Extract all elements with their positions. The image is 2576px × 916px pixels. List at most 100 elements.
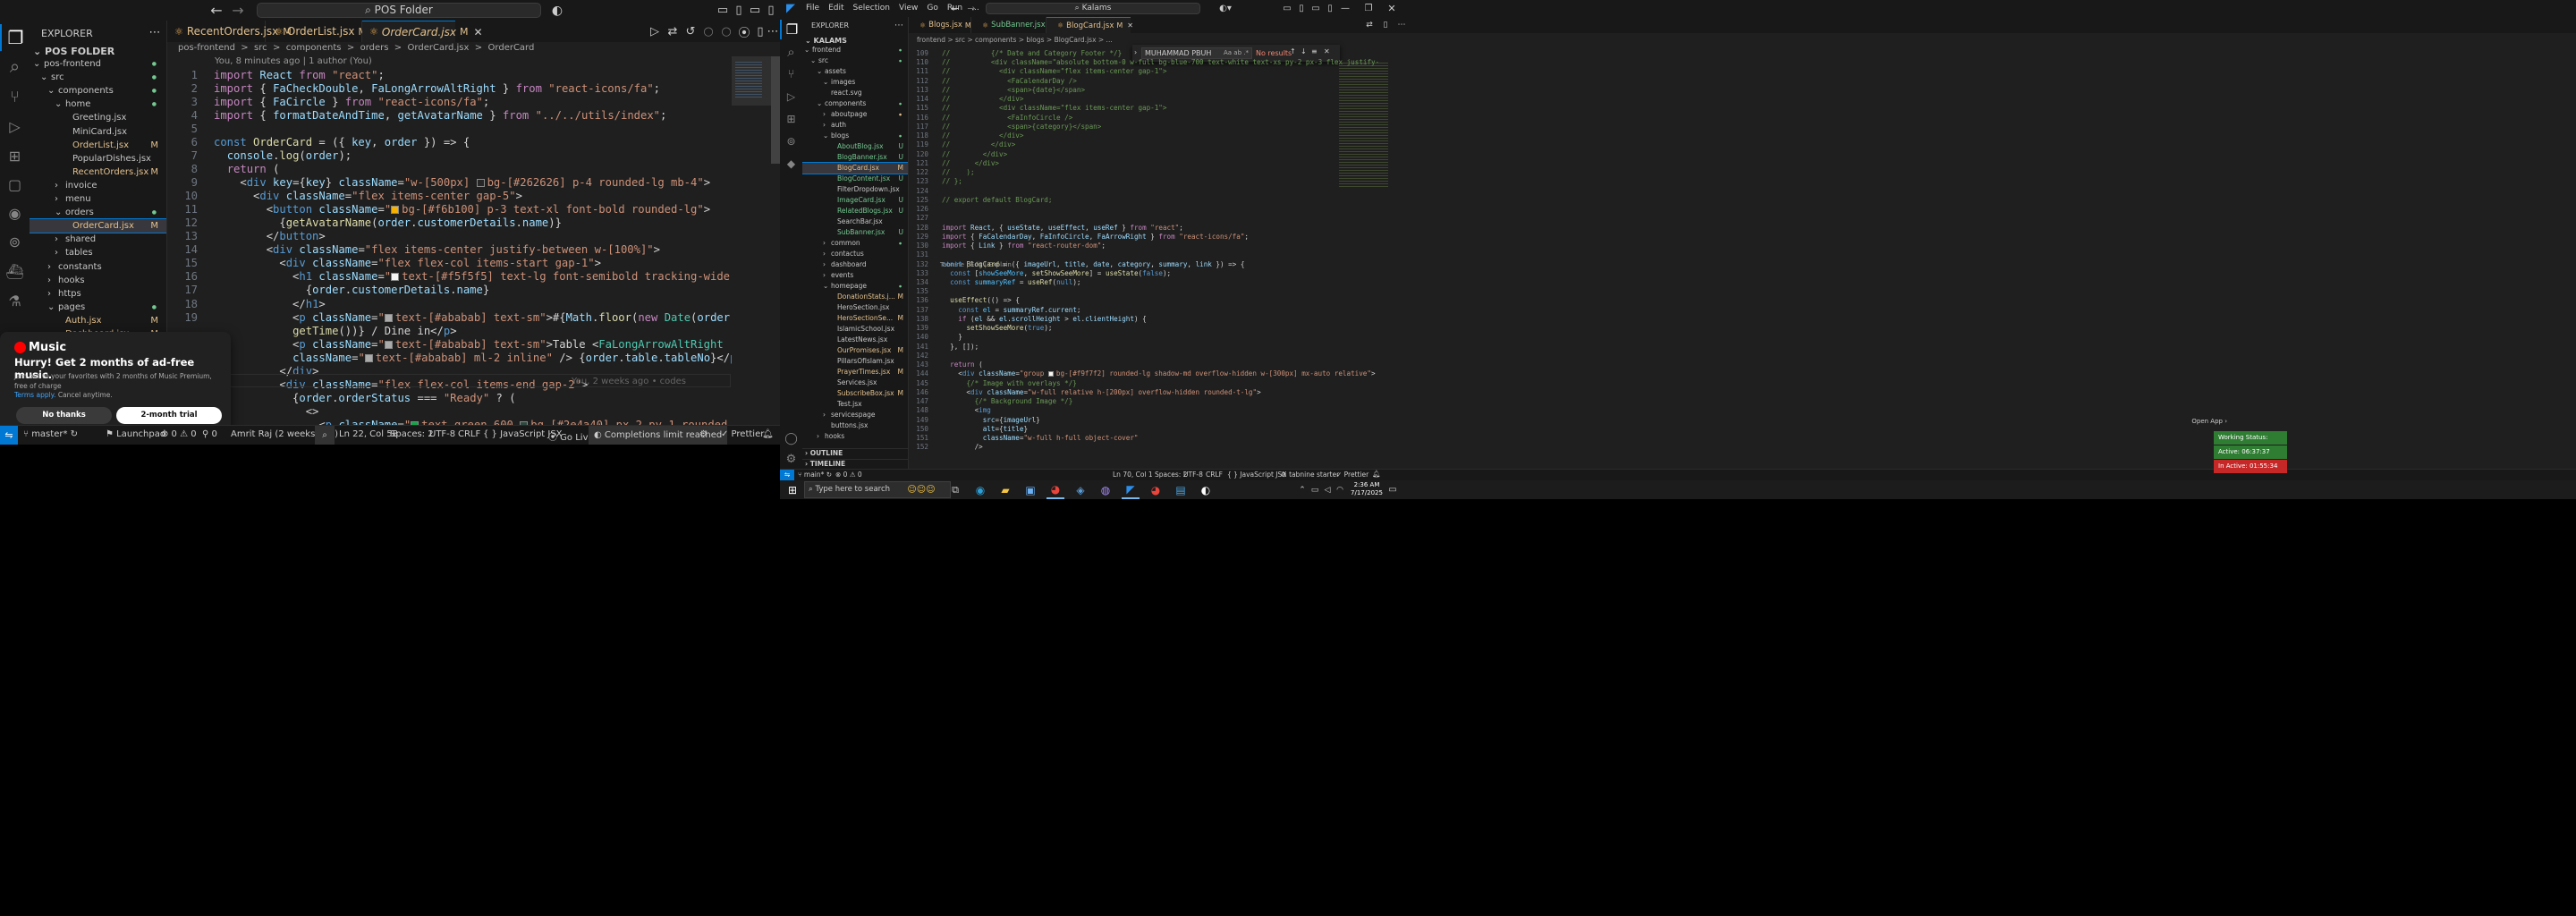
- branch-status[interactable]: ⑂ main* ↻: [798, 471, 832, 479]
- tree-folder-item[interactable]: › auth: [802, 120, 908, 131]
- color-swatch-icon[interactable]: [476, 179, 485, 188]
- volume-icon[interactable]: ◁: [1322, 480, 1333, 499]
- emoji-widget-icon[interactable]: ☺☺☺: [903, 480, 939, 499]
- tabnine-icon[interactable]: ◆: [780, 154, 802, 174]
- explorer-icon[interactable]: ❐: [0, 24, 30, 51]
- remote-indicator[interactable]: ⇋: [780, 470, 794, 480]
- open-app-button[interactable]: Open App ›: [2138, 418, 2227, 427]
- toggle-sidebar-icon[interactable]: ▯: [732, 0, 746, 21]
- tree-file-item[interactable]: HeroSection.jsx: [802, 302, 908, 313]
- source-control-icon[interactable]: ⑂: [780, 64, 802, 84]
- tree-folder-item[interactable]: › common ●: [802, 238, 908, 249]
- left-code-editor[interactable]: You, 8 minutes ago | 1 author (You) 1 imp…: [167, 56, 771, 425]
- extensions-icon[interactable]: ⊞: [780, 109, 802, 129]
- branch-status[interactable]: ⑂ master* ↻: [23, 429, 78, 439]
- run-debug-icon[interactable]: ▷: [0, 113, 30, 140]
- tree-folder-item[interactable]: › dashboard: [802, 259, 908, 270]
- zoom-icon[interactable]: ⌕: [315, 426, 335, 445]
- notifications-icon[interactable]: 🔔︎: [1372, 470, 1381, 478]
- tree-folder-item[interactable]: › https: [30, 287, 166, 301]
- prev-change-icon[interactable]: ○: [699, 22, 717, 40]
- tree-file-item[interactable]: RecentOrders.jsx M: [30, 165, 166, 179]
- media-app-icon[interactable]: ◐: [1197, 480, 1215, 499]
- menu-go[interactable]: Go: [922, 0, 942, 17]
- toggle-panel-icon[interactable]: ▭: [748, 0, 762, 21]
- copilot-icon[interactable]: ◐: [547, 0, 567, 21]
- toggle-secondary-sidebar-icon[interactable]: ▯: [764, 0, 778, 21]
- tree-folder-item[interactable]: ⌄ pos-frontend ●: [30, 57, 166, 71]
- tabnine-status[interactable]: ⚙ tabnine starter: [1281, 471, 1339, 479]
- toggle-panel-icon[interactable]: ▭: [1309, 0, 1322, 17]
- remote-explorer-icon[interactable]: ▢: [0, 171, 30, 198]
- split-editor-icon[interactable]: ▯: [1379, 17, 1392, 33]
- tree-file-item[interactable]: AboutBlog.jsx U: [802, 141, 908, 152]
- close-icon[interactable]: ✕: [473, 26, 482, 38]
- tree-file-item[interactable]: OurPromises.jsx M: [802, 345, 908, 356]
- color-swatch-icon[interactable]: [384, 313, 393, 322]
- menu-view[interactable]: View: [894, 0, 922, 17]
- explorer-icon[interactable]: ❐: [780, 20, 802, 39]
- problems-status[interactable]: ⊗ 0 ⚠ 0: [161, 429, 197, 439]
- minimap[interactable]: [1335, 47, 1402, 467]
- ports-status[interactable]: ⚲ 0: [202, 429, 217, 439]
- codelens-blame[interactable]: You, 8 minutes ago | 1 author (You): [215, 56, 372, 66]
- remote-explorer-icon[interactable]: ⊚: [780, 131, 802, 151]
- gitlens-icon[interactable]: ⊚: [0, 228, 30, 255]
- no-thanks-button[interactable]: No thanks: [16, 407, 112, 424]
- tree-folder-item[interactable]: › contactus: [802, 249, 908, 259]
- tree-folder-item[interactable]: › aboutpage ●: [802, 109, 908, 120]
- account-icon[interactable]: ◯: [780, 428, 802, 448]
- tree-folder-item[interactable]: ⌄ src ●: [802, 55, 908, 66]
- settings-gear-icon[interactable]: ⚙: [780, 450, 802, 468]
- close-window-icon[interactable]: ✕: [1381, 0, 1402, 17]
- tree-file-item[interactable]: LatestNews.jsx: [802, 335, 908, 345]
- app-icon[interactable]: ◈: [1072, 480, 1089, 499]
- copilot-icon[interactable]: ◐▾: [1216, 0, 1234, 17]
- color-swatch-icon[interactable]: [391, 206, 400, 215]
- close-icon[interactable]: ✕: [1127, 21, 1133, 30]
- copilot-status-icon[interactable]: ⚙: [699, 429, 708, 439]
- go-live-status[interactable]: ⦿ Go Live: [548, 429, 594, 443]
- tree-file-item[interactable]: OrderList.jsx M: [30, 139, 166, 152]
- remote-indicator[interactable]: ⇋: [0, 426, 18, 445]
- color-swatch-icon[interactable]: [391, 273, 400, 282]
- tree-folder-item[interactable]: ⌄ orders ●: [30, 206, 166, 219]
- eol-status[interactable]: CRLF: [1206, 471, 1223, 479]
- tree-file-item[interactable]: FilterDropdown.jsx: [802, 184, 908, 195]
- layout-icon[interactable]: ▭: [1281, 0, 1293, 17]
- layout-panel-icon[interactable]: ▭: [716, 0, 730, 21]
- wifi-icon[interactable]: ◠: [1335, 480, 1345, 499]
- terms-link[interactable]: Terms apply.: [14, 391, 55, 399]
- source-control-icon[interactable]: ⑂: [0, 83, 30, 110]
- launchpad-status[interactable]: ⚑ Launchpad: [106, 429, 165, 439]
- docker-icon[interactable]: ⛴: [0, 258, 30, 284]
- tree-file-item[interactable]: IslamicSchool.jsx: [802, 324, 908, 335]
- command-center-search[interactable]: ⌕ Kalams: [986, 3, 1200, 14]
- chrome-icon[interactable]: ◕: [1046, 480, 1064, 499]
- color-swatch-icon[interactable]: [364, 353, 373, 362]
- extensions-icon[interactable]: ⊞: [0, 142, 30, 169]
- github-desktop-icon[interactable]: ◍: [1097, 480, 1114, 499]
- clock[interactable]: 2:36 AM 7/17/2025: [1349, 481, 1385, 498]
- indent-status[interactable]: Spaces: 2: [390, 429, 434, 439]
- forward-arrow-icon[interactable]: →: [229, 0, 247, 21]
- file-explorer-icon[interactable]: ▰: [996, 480, 1014, 499]
- photos-icon[interactable]: ▤: [1172, 480, 1190, 499]
- tab-recent-orders[interactable]: ⚛ RecentOrders.jsx M: [167, 21, 292, 42]
- run-debug-icon[interactable]: ▷: [780, 87, 802, 106]
- compare-icon[interactable]: ⇄: [664, 22, 682, 40]
- tree-file-item[interactable]: MiniCard.jsx: [30, 125, 166, 139]
- toggle-sidebar-icon[interactable]: ▯: [1295, 0, 1308, 17]
- tree-file-item[interactable]: SubBanner.jsx U: [802, 227, 908, 238]
- tree-file-item[interactable]: SubscribeBox.jsx M: [802, 388, 908, 399]
- testing-icon[interactable]: ⚗: [0, 287, 30, 314]
- timeline-icon[interactable]: ↺: [682, 22, 699, 40]
- tree-folder-item[interactable]: › shared: [30, 233, 166, 246]
- indent-status[interactable]: Spaces: 2: [1155, 471, 1187, 479]
- notifications-icon[interactable]: 🔔︎: [762, 429, 774, 439]
- encoding-status[interactable]: UTF-8: [1183, 471, 1203, 479]
- tree-folder-item[interactable]: ⌄ blogs ●: [802, 131, 908, 141]
- tab-order-card[interactable]: ⚛ OrderCard.jsx M ✕: [362, 21, 483, 42]
- tree-folder-item[interactable]: ⌄ frontend ●: [802, 45, 908, 55]
- github-icon[interactable]: ◉: [0, 199, 30, 226]
